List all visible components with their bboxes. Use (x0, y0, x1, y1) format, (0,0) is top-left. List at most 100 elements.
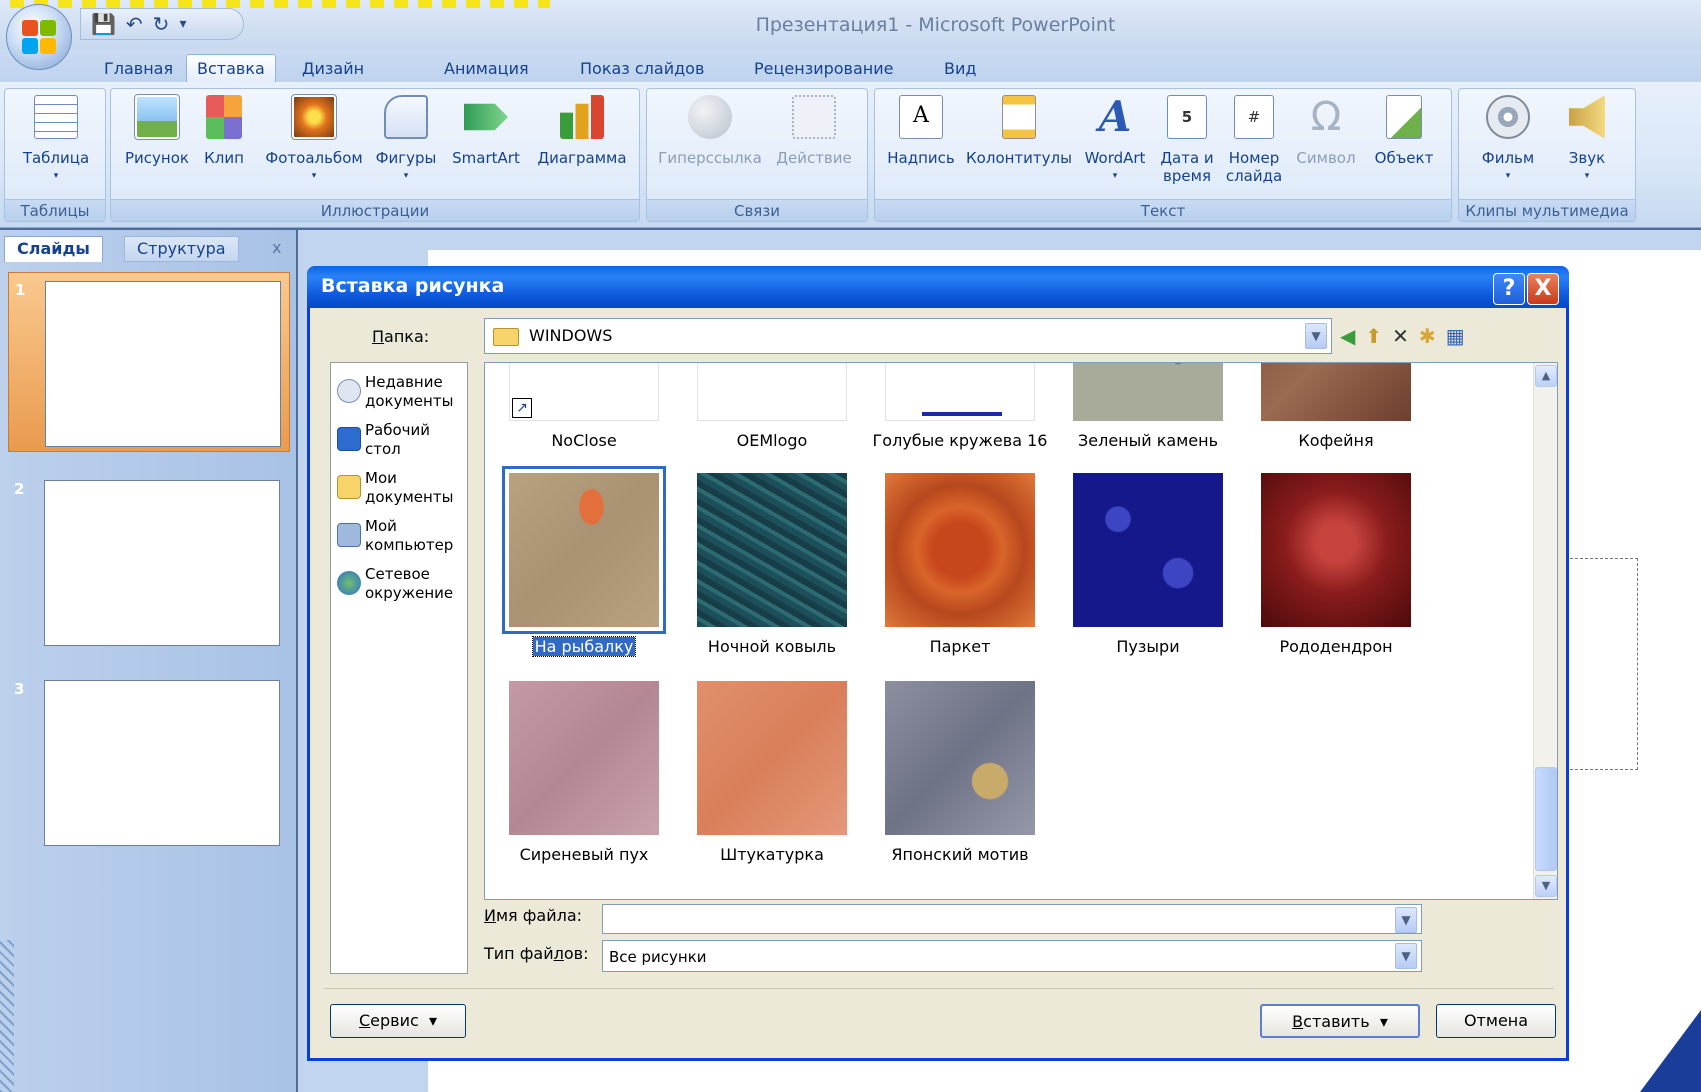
scroll-down-icon[interactable]: ▼ (1535, 875, 1557, 897)
place-my-documents[interactable]: Мои документы (335, 469, 465, 507)
file-item[interactable]: Рододендрон (1241, 473, 1431, 656)
sound-button[interactable]: Звук ▾ (1555, 95, 1619, 185)
place-recent[interactable]: Недавние документы (335, 373, 465, 411)
insert-button[interactable]: Вставить ▾ (1260, 1004, 1420, 1038)
tab-outline[interactable]: Структура (124, 236, 239, 262)
place-desktop[interactable]: Рабочий стол (335, 421, 465, 459)
slide-thumbnail-3[interactable]: 3 (8, 672, 290, 852)
ribbon-tabs: Главная Вставка Дизайн Анимация Показ сл… (0, 50, 1701, 82)
symbol-button[interactable]: Ω Символ (1289, 95, 1363, 167)
filetype-label: Тип файлов: (484, 944, 589, 963)
up-folder-icon[interactable]: ⬆ (1365, 320, 1382, 352)
dialog-toolbar: ◀ ⬆ ✕ ✱ ▦ (1340, 320, 1465, 352)
picture-icon (134, 94, 180, 140)
file-item[interactable]: Зеленый камень (1053, 363, 1243, 450)
hyperlink-button[interactable]: Гиперссылка (655, 95, 765, 167)
file-item[interactable]: Штукатурка (677, 681, 867, 864)
chart-icon (560, 95, 604, 139)
picture-button[interactable]: Рисунок (119, 94, 195, 167)
help-button[interactable]: ? (1493, 273, 1525, 305)
back-icon[interactable]: ◀ (1340, 320, 1355, 352)
group-links: Гиперссылка Действие Связи (646, 88, 868, 222)
divider (324, 988, 1554, 989)
tab-animation[interactable]: Анимация (434, 54, 539, 82)
place-network[interactable]: Сетевое окружение (335, 565, 465, 603)
folder-label: Папка: (372, 327, 430, 346)
tab-slideshow[interactable]: Показ слайдов (570, 54, 714, 82)
hyperlink-icon (688, 95, 732, 139)
filename-dropdown-icon[interactable]: ▼ (1395, 907, 1417, 933)
tab-slides[interactable]: Слайды (4, 236, 103, 262)
file-item[interactable]: Паркет (865, 473, 1055, 656)
filetype-select[interactable]: Все рисунки ▼ (602, 940, 1422, 972)
slide-number-button[interactable]: # Номер слайда (1221, 95, 1287, 185)
group-label-illustrations: Иллюстрации (111, 199, 639, 221)
movie-button[interactable]: Фильм ▾ (1473, 95, 1543, 185)
file-item[interactable]: Ночной ковыль (677, 473, 867, 656)
close-pane-icon[interactable]: x (272, 238, 281, 257)
cancel-button[interactable]: Отмена (1436, 1004, 1556, 1038)
smartart-icon (464, 103, 508, 131)
scroll-thumb[interactable] (1535, 767, 1557, 871)
sound-icon (1569, 95, 1605, 139)
office-button[interactable] (6, 4, 72, 70)
content-placeholder[interactable] (1560, 558, 1638, 770)
desktop-icon (337, 427, 361, 451)
dialog-title: Вставка рисунка (321, 275, 505, 297)
views-icon[interactable]: ▦ (1446, 320, 1465, 352)
my-documents-icon (337, 475, 361, 499)
shapes-button[interactable]: Фигуры ▾ (371, 95, 441, 185)
textbox-button[interactable]: A Надпись (881, 95, 961, 167)
file-item-selected[interactable]: На рыбалку (489, 466, 679, 657)
photo-album-button[interactable]: Фотоальбом ▾ (259, 94, 369, 185)
scroll-up-icon[interactable]: ▲ (1535, 365, 1557, 387)
file-item[interactable]: Японский мотив (865, 681, 1055, 864)
file-item[interactable]: ↗ NoClose (489, 363, 679, 450)
service-button[interactable]: Сервис ▾ (330, 1004, 466, 1038)
group-illustrations: Рисунок Клип Фотоальбом ▾ Фигуры ▾ Smart… (110, 88, 640, 222)
folder-combo[interactable]: WINDOWS ▼ (484, 318, 1332, 354)
header-footer-button[interactable]: Колонтитулы (963, 95, 1075, 167)
group-tables: Таблица ▾ Таблицы (4, 88, 106, 222)
file-item[interactable]: Пузыри (1053, 473, 1243, 656)
slide-thumbnail-2[interactable]: 2 (8, 472, 290, 652)
vertical-scrollbar[interactable]: ▲ ▼ (1533, 363, 1557, 899)
tab-review[interactable]: Рецензирование (744, 54, 903, 82)
tab-view[interactable]: Вид (934, 54, 986, 82)
file-item[interactable]: Сиреневый пух (489, 681, 679, 864)
place-my-computer[interactable]: Мой компьютер (335, 517, 465, 555)
smartart-button[interactable]: SmartArt (445, 95, 527, 167)
delete-icon[interactable]: ✕ (1392, 320, 1409, 352)
filetype-dropdown-icon[interactable]: ▼ (1395, 943, 1417, 969)
file-list: ↗ NoClose OEMlogo Голубые кружева 16 Зел… (484, 362, 1558, 900)
tab-insert[interactable]: Вставка (186, 54, 276, 82)
recent-docs-icon (337, 379, 361, 403)
filename-input[interactable]: ▼ (602, 904, 1422, 934)
date-time-button[interactable]: 5 Дата и время (1155, 95, 1219, 185)
date-time-icon: 5 (1167, 95, 1207, 139)
chart-button[interactable]: Диаграмма (531, 95, 633, 167)
tab-home[interactable]: Главная (94, 54, 183, 82)
photo-album-icon (291, 94, 337, 140)
object-button[interactable]: Объект (1367, 95, 1441, 167)
clip-button[interactable]: Клип (201, 95, 247, 167)
close-button[interactable]: X (1527, 273, 1559, 305)
new-folder-icon[interactable]: ✱ (1419, 320, 1436, 352)
decorative-dotted-line (10, 0, 550, 8)
file-item[interactable]: OEMlogo (677, 363, 867, 450)
folder-dropdown-icon[interactable]: ▼ (1305, 323, 1327, 349)
shapes-icon (384, 95, 428, 139)
group-label-links: Связи (647, 199, 867, 221)
wordart-button[interactable]: A WordArt ▾ (1079, 95, 1151, 185)
insert-dropdown-icon[interactable]: ▾ (1380, 1012, 1388, 1031)
table-button[interactable]: Таблица ▾ (19, 95, 93, 185)
clip-icon (206, 95, 242, 139)
slide-thumbnail-1[interactable]: 1 (8, 272, 290, 452)
file-item[interactable]: Голубые кружева 16 (865, 363, 1055, 450)
office-logo-icon (22, 20, 56, 54)
file-item[interactable]: Кофейня (1241, 363, 1431, 450)
group-label-text: Текст (875, 199, 1451, 221)
action-icon (792, 95, 836, 139)
action-button[interactable]: Действие (767, 95, 861, 167)
tab-design[interactable]: Дизайн (292, 54, 374, 82)
